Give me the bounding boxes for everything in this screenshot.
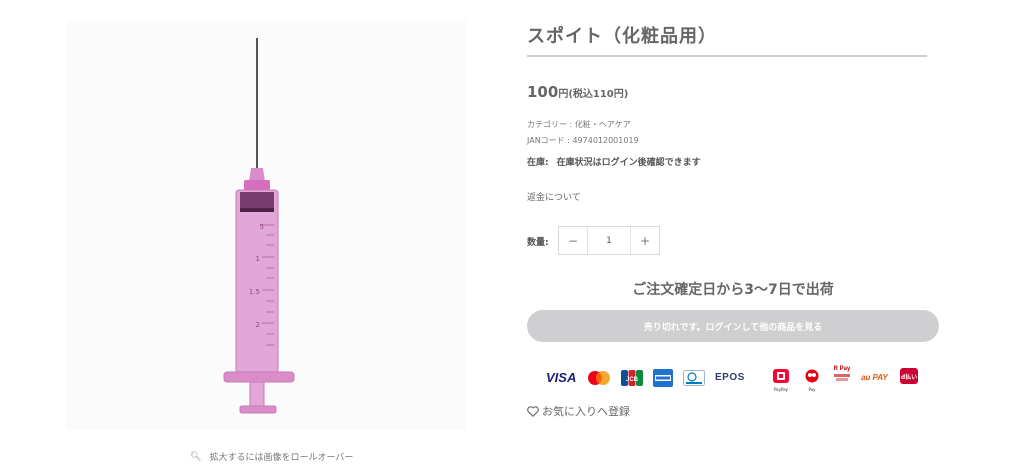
product-image-syringe[interactable]: 5 1 1.5 2 (66, 20, 466, 430)
amex-logo (653, 369, 673, 387)
merpay-logo: Pay (804, 368, 820, 392)
shipping-info: ご注文確定日から3〜7日で出荷 (632, 282, 834, 298)
paypay-logo: PayPay (773, 368, 789, 392)
refund-link[interactable]: 返金について (527, 190, 581, 203)
scale-mark-text: 5 (260, 223, 264, 231)
soldout-button[interactable]: 売り切れです。ログインして他の商品を見る (527, 310, 939, 342)
scale-mark-text: 1.5 (249, 288, 260, 296)
paypay-label: PayPay (773, 387, 789, 392)
rakuten-pay-text: R Pay (833, 366, 851, 372)
scale-mark-text: 2 (256, 321, 260, 329)
payment-methods: VISA JCB EPOS PayPay Pay R Pay au PAY d払… (540, 364, 940, 398)
add-favorite-button[interactable]: お気に入りへ登録 (527, 403, 630, 419)
quantity-label: 数量: (527, 238, 549, 248)
merpay-label: Pay (808, 387, 816, 392)
dbarai-logo: d払い (900, 368, 918, 384)
scale-mark-text: 1 (256, 255, 260, 263)
epos-logo: EPOS (715, 372, 745, 383)
rakuten-pay-logo: R Pay (832, 366, 852, 381)
price-tax: (税込110円) (568, 89, 629, 100)
favorite-label: お気に入りへ登録 (542, 405, 630, 418)
zoom-hint: 🔍︎ 拡大するには画像をロールオーバー (190, 450, 354, 464)
dbarai-text: d払い (900, 373, 918, 381)
quantity-increase-button[interactable]: + (631, 227, 659, 254)
price-amount: 100 (527, 83, 559, 101)
stock-label: 在庫: (527, 158, 549, 168)
svg-text:JCB: JCB (626, 377, 639, 383)
quantity-decrease-button[interactable]: − (559, 227, 587, 254)
heart-icon (527, 405, 539, 417)
stock-status: 在庫: 在庫状況はログイン後確認できます (527, 155, 701, 168)
product-image-area[interactable]: 5 1 1.5 2 (66, 20, 466, 430)
price: 100円(税込110円) (527, 82, 628, 101)
visa-logo: VISA (546, 370, 577, 385)
price-currency: 円 (558, 89, 569, 100)
dinersclub-logo (683, 370, 705, 386)
product-title: スポイト（化粧品用） (527, 26, 717, 47)
zoom-hint-text: 拡大するには画像をロールオーバー (209, 453, 354, 463)
magnifier-icon: 🔍︎ (190, 451, 202, 462)
product-category: カテゴリー : 化粧・ヘアケア (527, 120, 631, 129)
mastercard-logo (588, 371, 610, 385)
title-divider (527, 55, 927, 57)
product-jan: JANコード : 4974012001019 (527, 136, 639, 145)
quantity-input[interactable]: 1 (587, 227, 631, 254)
stock-text: 在庫状況はログイン後確認できます (556, 158, 701, 168)
aupay-logo: au PAY (861, 373, 888, 382)
jcb-logo: JCB (621, 370, 643, 386)
quantity-stepper[interactable]: − 1 + (558, 226, 660, 255)
